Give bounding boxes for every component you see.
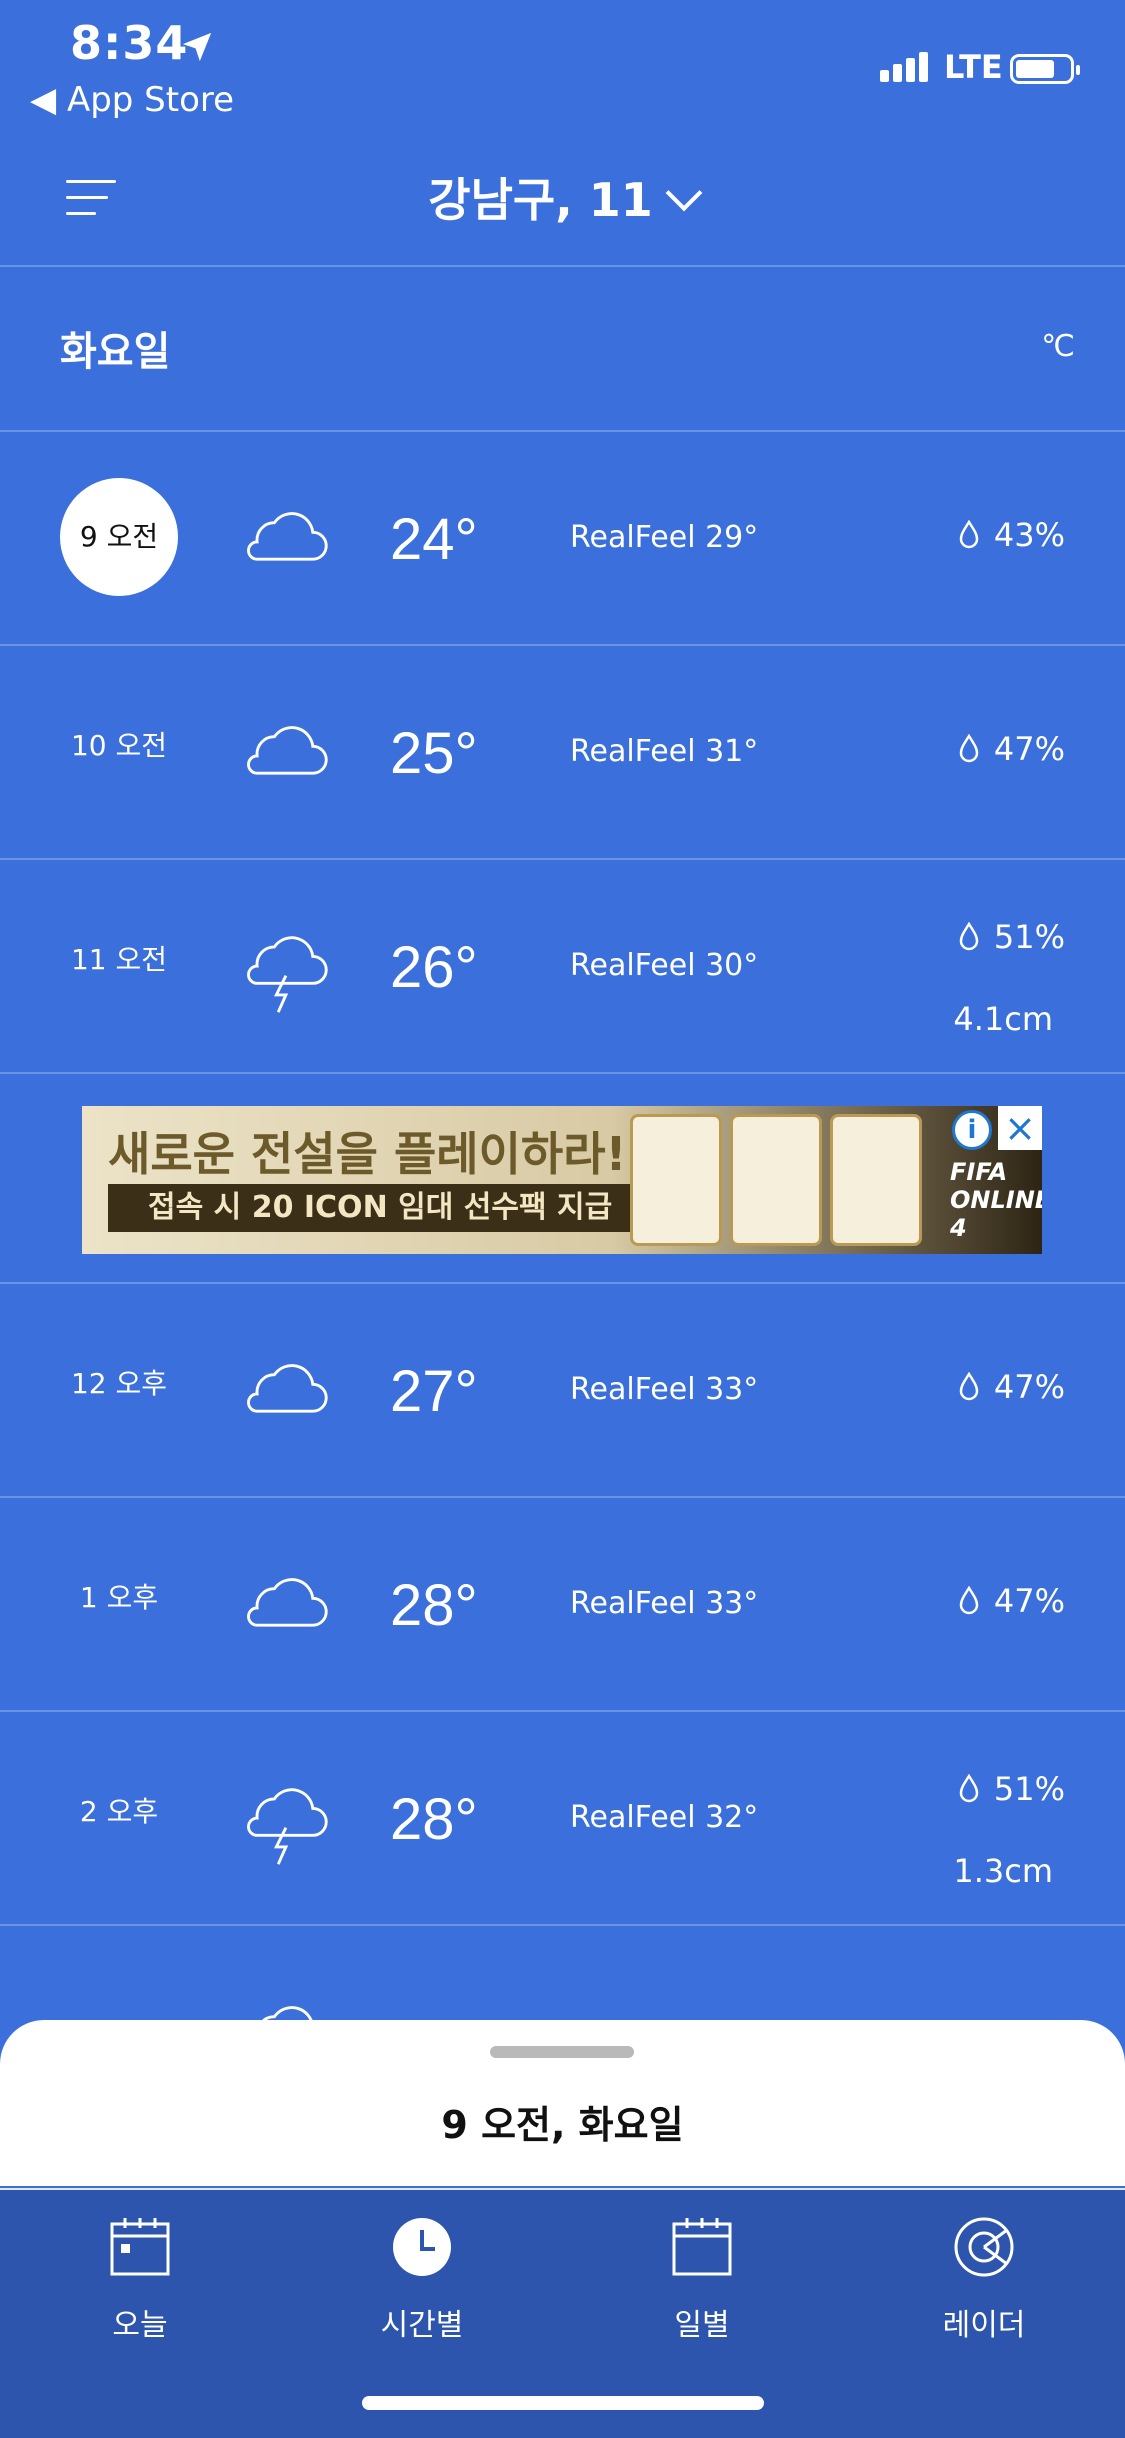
hour-precip: 47% xyxy=(958,1582,1065,1620)
hour-temp: 26° xyxy=(390,935,478,1000)
hour-time: 1 오후 xyxy=(79,1581,159,1614)
signal-icon xyxy=(880,52,932,82)
hour-row[interactable]: 12 오후 27° RealFeel 33° 47% xyxy=(0,1284,1125,1498)
hour-time: 11 오전 xyxy=(70,943,168,976)
ad-info-icon[interactable]: i xyxy=(952,1110,992,1150)
precip-value: 47% xyxy=(993,1368,1065,1406)
sheet-drag-handle[interactable] xyxy=(490,2046,634,2058)
clock-icon xyxy=(393,2218,451,2276)
ad-player-card xyxy=(730,1114,822,1246)
radar-icon xyxy=(954,2217,1014,2277)
hour-precip: 51% xyxy=(958,1770,1065,1808)
precip-value: 51% xyxy=(993,918,1065,956)
hour-realfeel: RealFeel 31° xyxy=(570,734,759,769)
hour-temp: 27° xyxy=(390,1359,478,1424)
calendar-grid-icon xyxy=(672,2218,732,2276)
tab-label: 시간별 xyxy=(380,2308,464,2343)
precip-value: 47% xyxy=(993,730,1065,768)
precip-value: 43% xyxy=(993,516,1065,554)
day-header: 화요일 ℃ xyxy=(0,267,1125,432)
hour-realfeel: RealFeel 30° xyxy=(570,948,759,983)
home-indicator xyxy=(362,2396,764,2410)
hour-time: 10 오전 xyxy=(70,729,168,762)
hour-temp: 28° xyxy=(390,1787,478,1852)
raindrop-icon xyxy=(959,1372,979,1401)
status-bar: 8:34 ◀ App Store LTE xyxy=(0,0,1125,130)
raindrop-icon xyxy=(959,734,979,763)
ad-subline: 접속 시 20 ICON 임대 선수팩 지급 xyxy=(108,1184,698,1232)
hour-precip: 51% xyxy=(958,918,1065,956)
sheet-title: 9 오전, 화요일 xyxy=(441,2103,684,2147)
hour-row[interactable]: 11 오전 26° RealFeel 30° 51% 4.1cm xyxy=(0,860,1125,1074)
cloud-icon xyxy=(247,726,328,775)
cloud-icon xyxy=(247,1364,328,1413)
location-name: 강남구, 11 xyxy=(428,173,653,227)
raindrop-icon xyxy=(959,520,979,549)
tab-daily[interactable]: 일별 xyxy=(602,2216,802,2344)
ad-headline: 새로운 전설을 플레이하라! xyxy=(108,1127,627,1181)
hour-realfeel: RealFeel 29° xyxy=(570,520,759,555)
hour-realfeel: RealFeel 33° xyxy=(570,1372,759,1407)
precip-amount: 1.3cm xyxy=(953,1852,1053,1890)
ad-player-card xyxy=(830,1114,922,1246)
location-arrow-icon xyxy=(182,32,212,62)
chevron-down-icon xyxy=(665,174,703,212)
raindrop-icon xyxy=(959,1586,979,1615)
back-to-app-store-link[interactable]: ◀ App Store xyxy=(30,80,234,120)
day-label: 화요일 xyxy=(60,329,171,375)
raindrop-icon xyxy=(959,1774,979,1803)
bottom-sheet[interactable]: 9 오전, 화요일 xyxy=(0,2020,1125,2186)
hour-row[interactable]: 9 오전 24° RealFeel 29° 43% xyxy=(0,432,1125,646)
hour-row[interactable]: 1 오후 28° RealFeel 33° 47% xyxy=(0,1498,1125,1712)
hour-temp: 25° xyxy=(390,721,478,786)
tab-label: 오늘 xyxy=(112,2308,168,2343)
calendar-icon xyxy=(110,2218,170,2276)
hour-temp: 28° xyxy=(390,1573,478,1638)
temperature-unit[interactable]: ℃ xyxy=(1041,329,1075,364)
hour-time: 12 오후 xyxy=(70,1367,168,1400)
network-label: LTE xyxy=(944,48,1003,86)
hour-temp: 24° xyxy=(390,507,478,572)
hour-realfeel: RealFeel 32° xyxy=(570,1800,759,1835)
ad-banner[interactable]: 새로운 전설을 플레이하라! 접속 시 20 ICON 임대 선수팩 지급 FI… xyxy=(82,1106,1042,1254)
tab-label: 레이더 xyxy=(942,2308,1026,2343)
hour-time-selected: 9 오전 xyxy=(60,478,178,596)
precip-value: 51% xyxy=(993,1770,1065,1808)
location-selector[interactable]: 강남구, 11 xyxy=(0,164,1125,230)
hour-precip: 43% xyxy=(958,516,1065,554)
thunderstorm-icon xyxy=(247,936,328,1013)
tab-radar[interactable]: 레이더 xyxy=(884,2216,1084,2344)
app-header: 강남구, 11 xyxy=(0,130,1125,267)
hour-precip: 47% xyxy=(958,730,1065,768)
ad-brand: FIFA ONLINE 4 xyxy=(950,1158,1042,1242)
ad-player-card xyxy=(630,1114,722,1246)
tab-hourly[interactable]: 시간별 xyxy=(322,2216,522,2344)
tab-today[interactable]: 오늘 xyxy=(40,2216,240,2344)
cloud-icon xyxy=(247,512,328,561)
hour-precip: 47% xyxy=(958,1368,1065,1406)
hour-time: 2 오후 xyxy=(79,1795,159,1828)
thunderstorm-icon xyxy=(247,1788,328,1865)
status-time: 8:34 xyxy=(70,16,189,70)
precip-value: 47% xyxy=(993,1582,1065,1620)
cloud-icon xyxy=(247,1578,328,1627)
hour-row[interactable]: 10 오전 25° RealFeel 31° 47% xyxy=(0,646,1125,860)
raindrop-icon xyxy=(959,922,979,951)
hour-row[interactable]: 2 오후 28° RealFeel 32° 51% 1.3cm xyxy=(0,1712,1125,1926)
precip-amount: 4.1cm xyxy=(953,1000,1053,1038)
battery-icon xyxy=(1010,54,1080,84)
hour-realfeel: RealFeel 33° xyxy=(570,1586,759,1621)
tab-label: 일별 xyxy=(674,2308,730,2343)
ad-section: 새로운 전설을 플레이하라! 접속 시 20 ICON 임대 선수팩 지급 FI… xyxy=(0,1074,1125,1284)
ad-close-icon[interactable]: × xyxy=(998,1106,1042,1150)
